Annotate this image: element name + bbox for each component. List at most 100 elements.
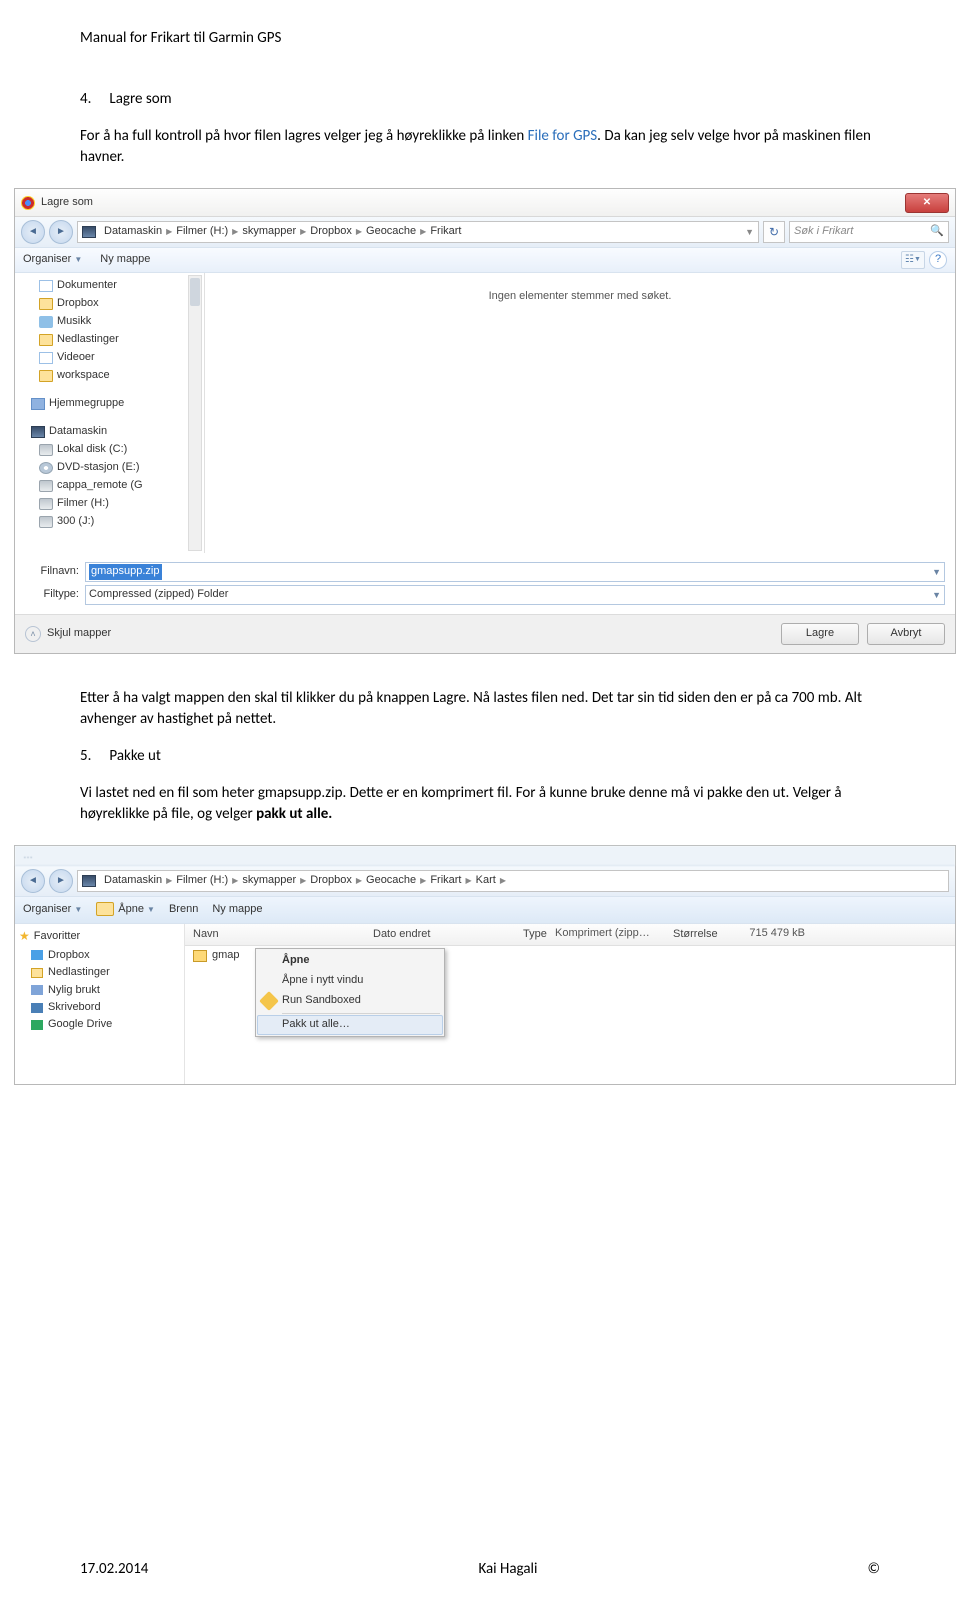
refresh-button[interactable]: ↻	[763, 221, 785, 243]
chevron-down-icon[interactable]: ▼	[745, 226, 754, 239]
save-button[interactable]: Lagre	[781, 623, 859, 645]
music-icon	[39, 316, 53, 328]
fav-item[interactable]: Skrivebord	[19, 999, 180, 1016]
organize-button[interactable]: Organiser ▼	[23, 252, 82, 267]
search-input[interactable]: Søk i Frikart 🔍	[789, 221, 949, 243]
ctx-open-new-window[interactable]: Åpne i nytt vindu	[258, 971, 442, 991]
filename-input[interactable]: gmapsupp.zip▼	[85, 562, 945, 582]
section-4-paragraph-1: For å ha full kontroll på hvor filen lag…	[80, 126, 880, 168]
scrollbar-thumb[interactable]	[190, 278, 200, 306]
col-date[interactable]: Dato endret	[365, 927, 515, 942]
fav-item[interactable]: Nylig brukt	[19, 982, 180, 999]
tree-item[interactable]: Hjemmegruppe	[17, 395, 202, 413]
tree-item[interactable]: Dokumenter	[17, 277, 202, 295]
zip-icon	[193, 950, 207, 962]
burn-button[interactable]: Brenn	[169, 902, 198, 917]
file-pane[interactable]: Navn Dato endret Type Størrelse gmap Kom…	[185, 924, 955, 1084]
folder-icon	[31, 968, 43, 978]
file-list-pane[interactable]: Ingen elementer stemmer med søket.	[205, 273, 955, 553]
desktop-icon	[31, 1003, 43, 1013]
context-menu[interactable]: Åpne Åpne i nytt vindu Run Sandboxed Pak…	[255, 948, 445, 1037]
tree-item[interactable]: Filmer (H:)	[17, 495, 202, 513]
tree-item[interactable]: cappa_remote (G	[17, 477, 202, 495]
breadcrumb-bar[interactable]: Datamaskin▶ Filmer (H:)▶ skymapper▶ Drop…	[77, 221, 759, 243]
crumb-5[interactable]: Frikart	[426, 873, 465, 888]
nav-back-button[interactable]: ◄	[21, 220, 45, 244]
folder-icon	[39, 334, 53, 346]
computer-icon	[31, 426, 45, 438]
section-5: 5. Pakke ut Vi lastet ned en fil som het…	[80, 746, 880, 825]
ctx-open[interactable]: Åpne	[258, 951, 442, 971]
nav-forward-button[interactable]: ►	[49, 220, 73, 244]
folder-tree-pane[interactable]: Dokumenter Dropbox Musikk Nedlastinger V…	[15, 273, 205, 553]
crumb-0[interactable]: Datamaskin	[100, 873, 166, 888]
google-drive-icon	[31, 1020, 43, 1030]
ctx-extract-all[interactable]: Pakk ut alle…	[257, 1015, 443, 1035]
crumb-3[interactable]: Dropbox	[306, 873, 356, 888]
ctx-run-sandboxed[interactable]: Run Sandboxed	[258, 991, 442, 1011]
crumb-1[interactable]: Filmer (H:)	[172, 873, 232, 888]
para5-bold: pakk ut alle.	[256, 805, 332, 823]
nav-forward-button[interactable]: ►	[49, 869, 73, 893]
tree-item[interactable]: DVD-stasjon (E:)	[17, 459, 202, 477]
view-mode-button[interactable]: ☷ ▼	[901, 251, 925, 269]
section-5-title: Pakke ut	[109, 747, 161, 765]
tree-item[interactable]: Nedlastinger	[17, 331, 202, 349]
tree-item[interactable]: Lokal disk (C:)	[17, 441, 202, 459]
disk-icon	[39, 498, 53, 510]
file-row-values: Komprimert (zipp… 715 479 kB	[555, 926, 805, 941]
fav-item[interactable]: Nedlastinger	[19, 964, 180, 981]
crumb-4[interactable]: Geocache	[362, 224, 420, 239]
tree-item[interactable]: 300 (J:)	[17, 513, 202, 531]
open-button[interactable]: Åpne ▼	[96, 902, 155, 917]
folder-icon	[39, 298, 53, 310]
tree-item[interactable]: Dropbox	[17, 295, 202, 313]
toolbar-row: Organiser ▼ Ny mappe ☷ ▼ ?	[15, 247, 955, 273]
breadcrumb-bar[interactable]: Datamaskin▶ Filmer (H:)▶ skymapper▶ Drop…	[77, 870, 949, 892]
close-button[interactable]: ✕	[905, 193, 949, 213]
col-name[interactable]: Navn	[185, 927, 365, 942]
crumb-4[interactable]: Geocache	[362, 873, 420, 888]
crumb-0[interactable]: Datamaskin	[100, 224, 166, 239]
tree-item[interactable]: Datamaskin	[17, 423, 202, 441]
video-icon	[39, 352, 53, 364]
dropbox-icon	[31, 950, 43, 960]
sandbox-icon	[259, 991, 279, 1011]
explorer-toolbar: Organiser ▼ Åpne ▼ Brenn Ny mappe	[15, 896, 955, 924]
crumb-6[interactable]: Kart	[472, 873, 500, 888]
file-for-gps-link[interactable]: File for GPS	[528, 127, 598, 145]
tree-item[interactable]: workspace	[17, 367, 202, 385]
crumb-2[interactable]: skymapper	[238, 873, 300, 888]
footer-author: Kai Hagali	[478, 1559, 537, 1580]
homegroup-icon	[31, 398, 45, 410]
filetype-select[interactable]: Compressed (zipped) Folder▼	[85, 585, 945, 605]
star-icon: ★	[19, 928, 30, 945]
footer-date: 17.02.2014	[80, 1559, 148, 1580]
hide-folders-link[interactable]: Skjul mapper	[47, 626, 111, 641]
chevron-down-icon[interactable]: ▼	[932, 566, 941, 579]
crumb-3[interactable]: Dropbox	[306, 224, 356, 239]
chevron-down-icon[interactable]: ▼	[932, 589, 941, 602]
favorites-heading[interactable]: ★Favoritter	[19, 928, 180, 945]
cancel-button[interactable]: Avbryt	[867, 623, 945, 645]
nav-back-button[interactable]: ◄	[21, 869, 45, 893]
crumb-5[interactable]: Frikart	[426, 224, 465, 239]
organize-button[interactable]: Organiser ▼	[23, 902, 82, 917]
crumb-2[interactable]: skymapper	[238, 224, 300, 239]
section-5-paragraph: Vi lastet ned en fil som heter gmapsupp.…	[80, 783, 880, 825]
fav-item[interactable]: Dropbox	[19, 947, 180, 964]
collapse-icon[interactable]: ˄	[25, 626, 41, 642]
tree-scrollbar[interactable]	[188, 275, 202, 551]
section-4-number: 4.	[80, 89, 106, 110]
new-folder-button[interactable]: Ny mappe	[100, 252, 150, 267]
crumb-1[interactable]: Filmer (H:)	[172, 224, 232, 239]
tree-item[interactable]: Videoer	[17, 349, 202, 367]
help-button[interactable]: ?	[929, 251, 947, 269]
favorites-pane[interactable]: ★Favoritter Dropbox Nedlastinger Nylig b…	[15, 924, 185, 1084]
new-folder-button[interactable]: Ny mappe	[212, 902, 262, 917]
tree-item[interactable]: Musikk	[17, 313, 202, 331]
fav-item[interactable]: Google Drive	[19, 1016, 180, 1033]
file-size: 715 479 kB	[705, 926, 805, 941]
explorer-window: … ◄ ► Datamaskin▶ Filmer (H:)▶ skymapper…	[14, 845, 956, 1085]
chevron-down-icon: ▼	[74, 905, 82, 914]
